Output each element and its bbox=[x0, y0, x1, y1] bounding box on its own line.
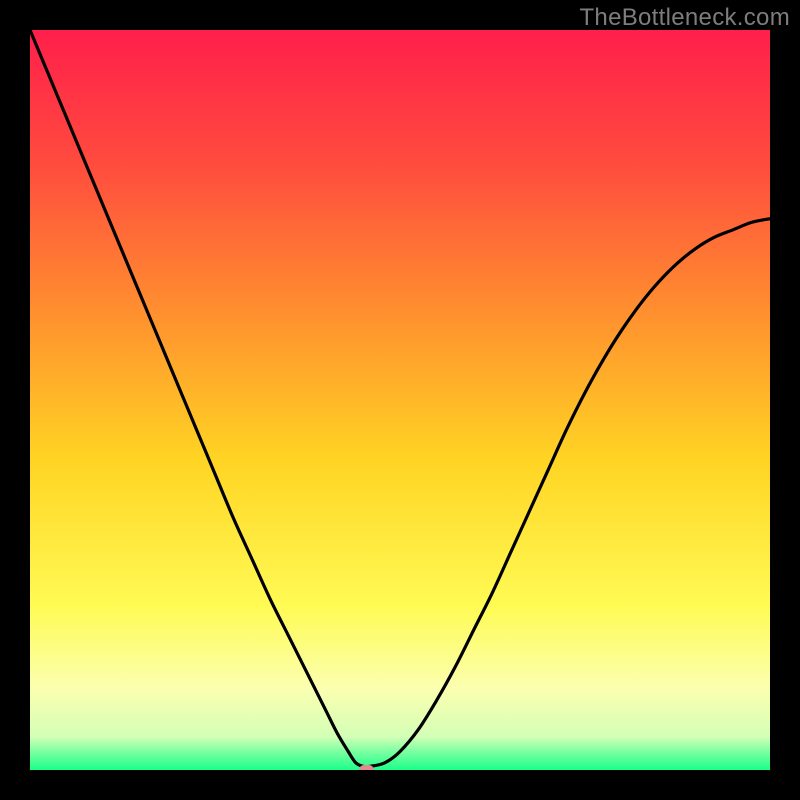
bottleneck-curve bbox=[30, 30, 770, 770]
watermark-text: TheBottleneck.com bbox=[579, 4, 790, 32]
plot-area bbox=[30, 30, 770, 770]
chart-frame: TheBottleneck.com bbox=[0, 0, 800, 800]
optimal-point-marker bbox=[359, 765, 374, 770]
